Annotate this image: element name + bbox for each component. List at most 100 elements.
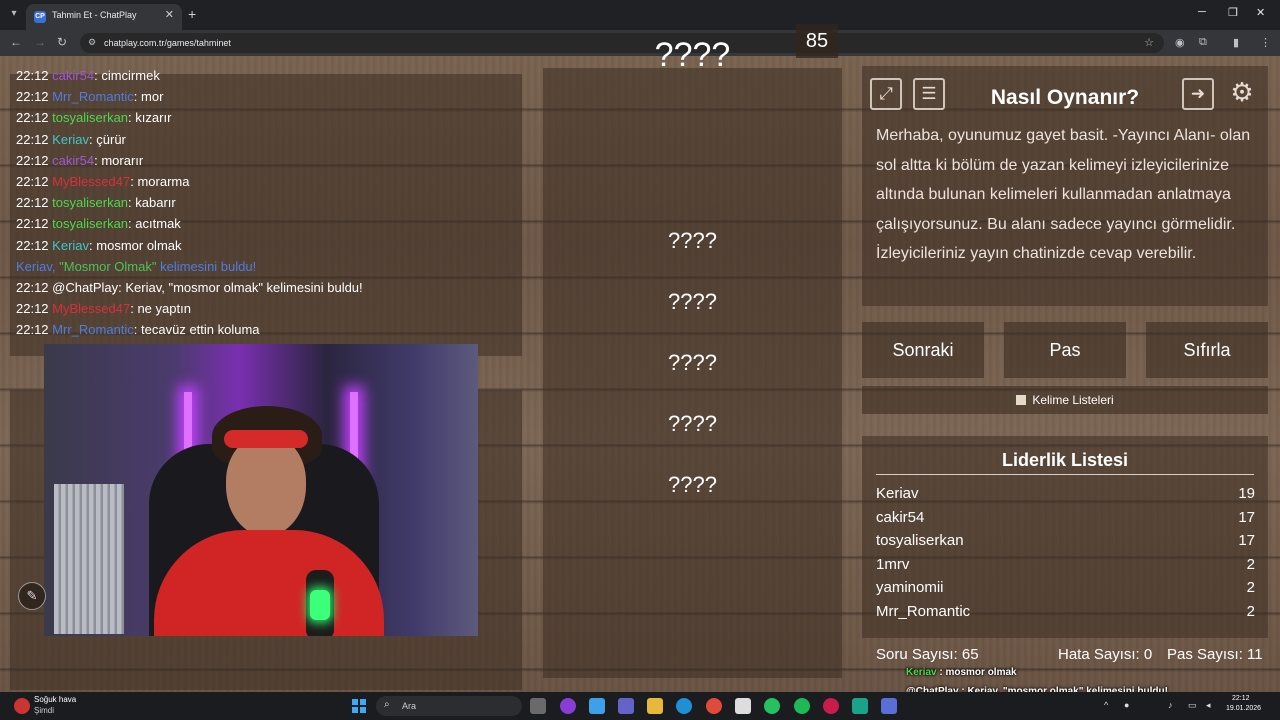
extensions-puzzle-icon[interactable]: ⧉ (1199, 36, 1207, 49)
exit-icon[interactable]: ➜ (1182, 78, 1214, 110)
how-to-play-title: Nasıl Oynanır? (990, 86, 1140, 109)
weather-label: Soğuk hava (34, 695, 77, 704)
found-word: "Mosmor Olmak" (59, 258, 157, 274)
leaderboard-divider (876, 474, 1254, 475)
pass-button[interactable]: Pas (1004, 322, 1126, 378)
chat-username[interactable]: Keriav (52, 132, 89, 147)
chat-username[interactable]: tosyaliserkan (52, 216, 128, 231)
chat-username[interactable]: tosyaliserkan (52, 195, 128, 210)
chat-username[interactable]: Keriav (52, 238, 89, 253)
chat-timestamp: 22:12 (16, 68, 49, 83)
weather-icon[interactable] (14, 698, 30, 714)
profile-icon[interactable]: ▮ (1233, 36, 1239, 49)
chat-timestamp: 22:12 (16, 152, 49, 168)
app-icon[interactable] (823, 698, 839, 714)
chat-text: Keriav, "mosmor olmak" kelimesini buldu! (125, 280, 363, 295)
app-icon[interactable] (560, 698, 576, 714)
app-icon[interactable] (852, 698, 868, 714)
word-lists-button[interactable]: Kelime Listeleri (862, 386, 1268, 414)
chat-message: 22:12 Keriav: çürür (16, 132, 126, 147)
main-word: ???? (654, 36, 731, 74)
network-icon[interactable]: ▭ (1188, 700, 1197, 711)
chat-username[interactable]: MyBlessed47 (52, 174, 130, 189)
chat-username[interactable]: MyBlessed47 (52, 301, 130, 316)
headband-shape (224, 430, 308, 448)
file-explorer-icon[interactable] (647, 698, 663, 714)
tray-chevron-icon[interactable]: ^ (1104, 700, 1108, 710)
reset-button[interactable]: Sıfırla (1146, 322, 1268, 378)
next-button[interactable]: Sonraki (862, 322, 984, 378)
favicon-icon: CP (34, 11, 46, 23)
chat-timestamp: 22:12 (16, 216, 49, 232)
found-user: Keriav (16, 258, 52, 274)
store-icon[interactable] (735, 698, 751, 714)
browser-tab[interactable]: CP Tahmin Et - ChatPlay ✕ (26, 4, 182, 30)
volume-icon[interactable]: ◂ (1206, 700, 1211, 711)
taskbar-search[interactable]: ⌕ Ara (376, 696, 522, 716)
chat-timestamp: 22:12 (16, 110, 49, 126)
chat-username[interactable]: Mrr_Romantic (52, 322, 134, 337)
taskbar-time: 22:12 (1232, 695, 1250, 702)
back-icon[interactable]: ← (10, 35, 22, 49)
chat-message: 22:12 Mrr_Romantic: mor (16, 89, 163, 104)
chat-text: tecavüz ettin koluma (141, 322, 260, 338)
teams-icon[interactable] (618, 698, 634, 714)
new-tab-icon[interactable]: + (188, 6, 196, 22)
bookmark-star-icon[interactable]: ☆ (1144, 36, 1154, 49)
site-info-icon[interactable]: ⚙ (88, 37, 96, 48)
weather-time: Şimdi (34, 706, 55, 715)
chat-username[interactable]: tosyaliserkan (52, 110, 128, 125)
chat-message: 22:12 MyBlessed47: ne yaptın (16, 301, 191, 316)
restore-icon[interactable]: ❐ (1228, 6, 1238, 19)
leaderboard-score: 17 (1238, 508, 1255, 526)
fullscreen-icon[interactable]: ⤢ (870, 78, 902, 110)
search-icon: ⌕ (384, 699, 390, 710)
spotify-icon[interactable] (794, 698, 810, 714)
minimize-icon[interactable]: ─ (1198, 6, 1206, 18)
error-count: Hata Sayısı: 0 (1058, 646, 1153, 663)
start-windows-icon[interactable] (352, 699, 366, 713)
chrome-icon[interactable] (706, 698, 722, 714)
extension-icon[interactable]: ◉ (1175, 36, 1185, 49)
leaderboard-name: 1mrv (876, 555, 910, 573)
forward-icon[interactable]: → (34, 35, 46, 49)
chat-separator: : (133, 322, 142, 338)
chat-message: 22:12 cakir54: cimcirmek (16, 68, 160, 83)
whatsapp-icon[interactable] (764, 698, 780, 714)
chat-message: 22:12 cakir54: morarır (16, 153, 143, 168)
browser-menu-icon[interactable]: ⋮ (1260, 36, 1271, 49)
list-icon (1016, 395, 1027, 405)
chat-timestamp: 22:12 (16, 322, 49, 338)
hidden-word: ???? (668, 350, 717, 375)
leaderboard-score: 19 (1238, 485, 1255, 502)
chat-username[interactable]: Mrr_Romantic (52, 89, 134, 104)
task-view-icon[interactable] (530, 698, 546, 714)
tab-close-icon[interactable]: ✕ (165, 8, 174, 21)
chat-username[interactable]: cakir54 (52, 68, 94, 83)
taskbar: Soğuk hava Şimdi ⌕ Ara ^ ● ♪ ▭ ◂ 22:12 1… (0, 692, 1280, 720)
leaderboard-name: yaminomii (876, 579, 944, 597)
chat-message: 22:12 @ChatPlay: Keriav, "mosmor olmak" … (16, 280, 363, 295)
pass-count: Pas Sayısı: 11 (1167, 646, 1263, 663)
chat-timestamp: 22:12 (16, 280, 49, 295)
chat-text: morarma (137, 174, 190, 189)
chat-username[interactable]: cakir54 (52, 153, 94, 168)
settings-gear-icon[interactable]: ⚙ (1226, 78, 1258, 110)
chat-message: 22:12 Keriav: mosmor olmak (16, 238, 182, 253)
app-icon[interactable] (881, 698, 897, 714)
chat-text: çürür (96, 131, 126, 147)
window-close-icon[interactable]: ✕ (1256, 6, 1265, 19)
edit-pencil-icon[interactable]: ✎ (18, 582, 46, 610)
reload-icon[interactable]: ↻ (57, 35, 67, 49)
tab-search-icon[interactable]: ▾ (6, 6, 22, 22)
app-icon[interactable] (589, 698, 605, 714)
chat-timestamp: 22:12 (16, 237, 49, 253)
mic-tray-icon[interactable]: ♪ (1168, 700, 1173, 710)
chat-text: kızarır (135, 110, 172, 126)
tray-app-icon[interactable]: ● (1124, 700, 1129, 710)
chat-username[interactable]: @ChatPlay (52, 280, 118, 295)
leaderboard-name: tosyaliserkan (876, 532, 964, 550)
hidden-word: ???? (668, 289, 717, 314)
edge-icon[interactable] (676, 698, 692, 714)
chat-timestamp: 22:12 (16, 195, 49, 211)
